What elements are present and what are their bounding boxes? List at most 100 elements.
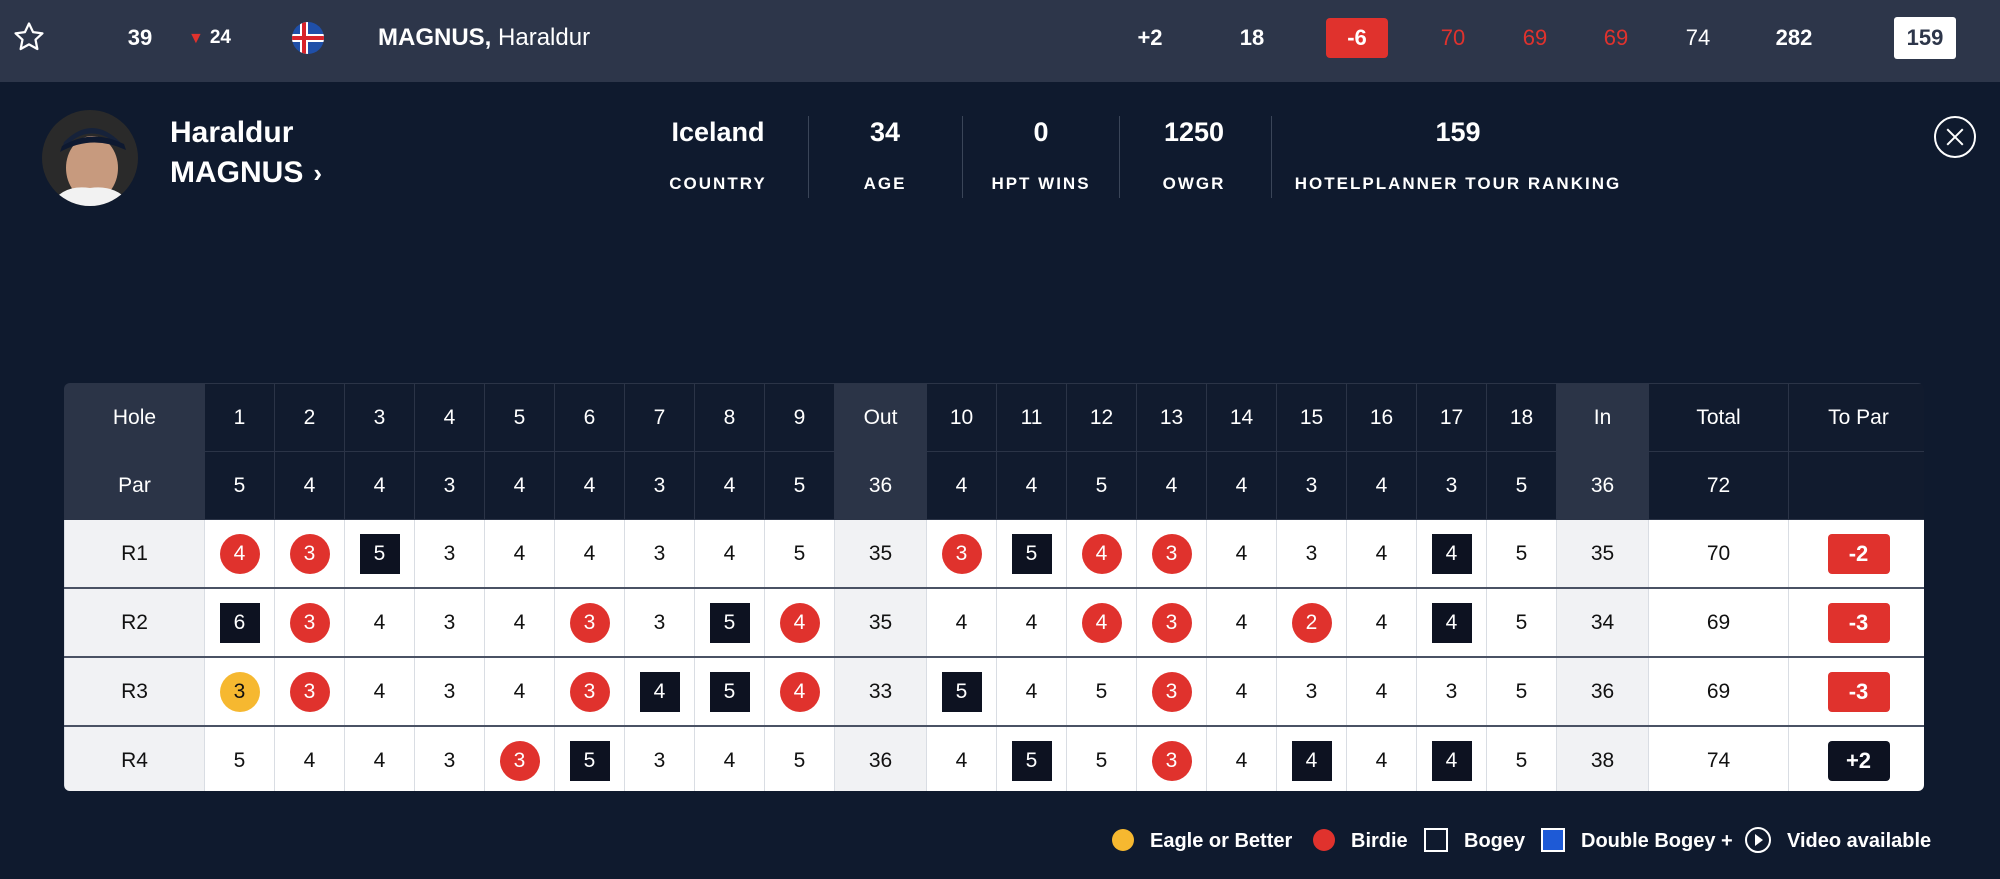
bogey-score-marker: 5 — [709, 602, 750, 643]
header-cell: 1 — [204, 383, 275, 452]
score-cell: 4 — [1416, 519, 1487, 589]
legend-video: Video available — [1745, 826, 1931, 856]
birdie-score-marker: 3 — [569, 602, 610, 643]
par-cell: 4 — [996, 451, 1067, 520]
legend-bogey: Bogey — [1424, 826, 1525, 856]
legend-label: Double Bogey + — [1581, 830, 1733, 852]
score-cell: 5 — [694, 656, 765, 727]
score-cell: 4 — [1346, 656, 1417, 727]
round-label: R2 — [64, 587, 205, 658]
score-cell: 35 — [1556, 519, 1649, 589]
par-cell: 36 — [1556, 451, 1649, 520]
header-cell: 14 — [1206, 383, 1277, 452]
score-cell: 3 — [414, 656, 485, 727]
stat-label: COUNTRY — [669, 174, 767, 193]
stat-label: OWGR — [1162, 174, 1226, 193]
score-cell: 3 — [414, 519, 485, 589]
score-cell: 4 — [1346, 587, 1417, 658]
par-cell: 5 — [764, 451, 835, 520]
score-cell: 4 — [1346, 519, 1417, 589]
score-cell: 4 — [274, 725, 345, 791]
bogey-score-marker: 5 — [1011, 740, 1052, 781]
to-par-badge: -3 — [1827, 671, 1890, 712]
to-par-cell: -2 — [1788, 519, 1924, 589]
birdie-score-marker: 3 — [289, 533, 330, 574]
favorite-star-icon[interactable] — [12, 20, 46, 54]
score-cell: 3 — [624, 587, 695, 658]
header-cell: Hole — [64, 383, 205, 452]
player-first-name: Haraldur — [498, 24, 591, 51]
header-cell: 9 — [764, 383, 835, 452]
score-cell: 3 — [1276, 519, 1347, 589]
header-cell: 11 — [996, 383, 1067, 452]
score-cell: 4 — [1206, 725, 1277, 791]
par-cell — [1788, 451, 1924, 520]
stat-label: HPT WINS — [991, 174, 1091, 193]
birdie-score-marker: 3 — [289, 602, 330, 643]
score-cell: 5 — [996, 725, 1067, 791]
stat-label: HOTELPLANNER TOUR RANKING — [1294, 174, 1622, 193]
stat-value: 159 — [1435, 117, 1481, 147]
player-last-name: MAGNUS, — [378, 24, 492, 51]
profile-link[interactable]: MAGNUS › — [170, 156, 322, 190]
header-cell: To Par — [1788, 383, 1924, 452]
score-cell: 3 — [926, 519, 997, 589]
score-cell: 4 — [694, 725, 765, 791]
birdie-score-marker: 3 — [1151, 671, 1192, 712]
profile-last-name: MAGNUS — [170, 156, 304, 189]
stat-value: 34 — [869, 117, 901, 147]
score-cell: 3 — [1276, 656, 1347, 727]
birdie-dot-icon — [1313, 828, 1335, 851]
score-cell: 38 — [1556, 725, 1649, 791]
to-par-cell: -3 — [1788, 587, 1924, 658]
par-cell: 4 — [926, 451, 997, 520]
player-summary-row[interactable]: 39 ▼ 24 MAGNUS, Haraldur +2 18 -6 70 69 6… — [0, 0, 2000, 82]
score-cell: 4 — [1206, 519, 1277, 589]
score-cell: 3 — [624, 519, 695, 589]
score-cell: 3 — [484, 725, 555, 791]
score-cell: 3 — [1416, 656, 1487, 727]
score-cell: 3 — [624, 725, 695, 791]
header-cell: In — [1556, 383, 1649, 452]
stat-age: 34 AGE — [830, 112, 940, 194]
score-cell: 4 — [554, 519, 625, 589]
bogey-score-marker: 5 — [941, 671, 982, 712]
round-1-score: 70 — [1440, 25, 1466, 50]
thru: 18 — [1239, 25, 1265, 50]
stat-value: 0 — [1033, 117, 1049, 147]
score-cell: 5 — [764, 725, 835, 791]
score-cell: 4 — [1276, 725, 1347, 791]
close-icon[interactable] — [1934, 116, 1976, 158]
play-icon — [1745, 826, 1771, 853]
header-cell: 2 — [274, 383, 345, 452]
score-cell: 4 — [926, 587, 997, 658]
score-cell: 4 — [764, 587, 835, 658]
score-cell: 74 — [1648, 725, 1789, 791]
par-cell: 3 — [1276, 451, 1347, 520]
score-cell: 4 — [344, 587, 415, 658]
score-cell: 4 — [694, 519, 765, 589]
birdie-score-marker: 3 — [1151, 533, 1192, 574]
birdie-score-marker: 3 — [1151, 602, 1192, 643]
iceland-flag-icon — [292, 22, 324, 54]
position: 39 — [127, 25, 153, 50]
stat-value: Iceland — [671, 117, 765, 147]
legend-eagle: Eagle or Better — [1112, 826, 1292, 856]
header-cell: 7 — [624, 383, 695, 452]
par-cell: 72 — [1648, 451, 1789, 520]
round-2-score: 69 — [1522, 25, 1548, 50]
player-name[interactable]: MAGNUS, Haraldur — [378, 0, 590, 76]
score-cell: 5 — [1486, 587, 1557, 658]
score-cell: 4 — [344, 656, 415, 727]
score-cell: 4 — [1416, 725, 1487, 791]
to-par-badge: -3 — [1827, 602, 1890, 643]
score-cell: 2 — [1276, 587, 1347, 658]
birdie-score-marker: 4 — [779, 602, 820, 643]
par-cell: 4 — [1346, 451, 1417, 520]
score-cell: 4 — [996, 656, 1067, 727]
score-cell: 70 — [1648, 519, 1789, 589]
header-cell: 10 — [926, 383, 997, 452]
score-cell: 5 — [554, 725, 625, 791]
bogey-score-marker: 5 — [359, 533, 400, 574]
to-par-badge: -2 — [1827, 533, 1890, 574]
